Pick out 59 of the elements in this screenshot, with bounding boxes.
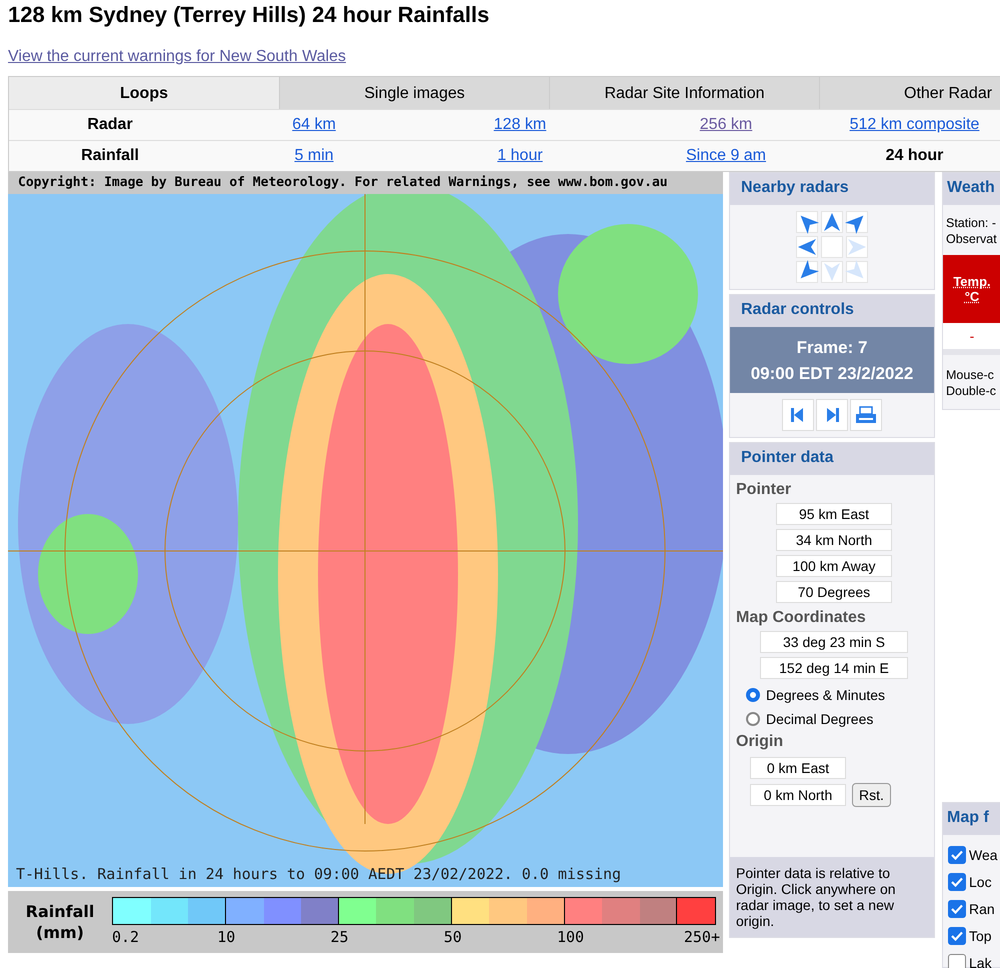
- current-product: 24 hour: [886, 147, 944, 164]
- panel-header: Pointer data: [730, 443, 934, 475]
- tab[interactable]: Other Radar: [819, 77, 1000, 109]
- panel-header: Map f: [943, 803, 1000, 835]
- product-link[interactable]: 128 km: [494, 116, 546, 133]
- radio-label: Decimal Degrees: [766, 710, 874, 729]
- checkbox-label: Lak: [969, 954, 992, 968]
- frame-time: 09:00 EDT 23/2/2022: [750, 363, 914, 385]
- temperature-unit: °C: [964, 289, 980, 304]
- product-link[interactable]: 1 hour: [497, 147, 543, 164]
- product-link[interactable]: 5 min: [294, 147, 334, 164]
- radio-label: Degrees & Minutes: [766, 686, 886, 705]
- legend-title: Rainfall: [24, 901, 96, 922]
- hint-text: Mouse-c: [946, 367, 995, 383]
- origin-field[interactable]: 0 km North: [750, 784, 846, 806]
- temperature-label: Temp.: [952, 274, 992, 289]
- readout-field: 152 deg 14 min E: [760, 657, 908, 679]
- product-link[interactable]: 512 km composite: [850, 116, 980, 133]
- row-label: Radar: [86, 115, 134, 135]
- panel-header: Radar controls: [730, 295, 934, 327]
- hint-text: Double-c: [946, 383, 998, 399]
- section-heading: Pointer: [736, 480, 792, 500]
- scale-label: 10: [217, 928, 236, 946]
- legend-unit: (mm): [35, 922, 85, 943]
- scale-label: 100: [557, 928, 584, 946]
- copyright-banner: Copyright: Image by Bureau of Meteorology. For related Warnings, see www.bom.gov.au: [8, 172, 723, 194]
- checkbox-label: Loc: [969, 874, 992, 890]
- checkbox-label: Wea: [969, 846, 998, 862]
- station-label: Station: -: [946, 215, 998, 231]
- product-link[interactable]: 64 km: [292, 116, 336, 133]
- scale-label: 25: [330, 928, 349, 946]
- panel-header: Weath: [943, 173, 1000, 205]
- reset-button[interactable]: Rst.: [852, 783, 891, 807]
- tab[interactable]: Loops: [9, 77, 279, 109]
- readout-field: 95 km East: [776, 503, 892, 525]
- row-label: Rainfall: [80, 146, 140, 166]
- pointer-note: Pointer data is relative to Origin. Click anywhere on radar image, to set a new origin.: [730, 857, 934, 937]
- tab[interactable]: Radar Site Information: [549, 77, 819, 109]
- tab[interactable]: Single images: [279, 77, 549, 109]
- scale-label: 250+: [684, 928, 720, 946]
- section-heading: Map Coordinates: [736, 608, 867, 628]
- checkbox-label: Ran: [969, 900, 995, 916]
- page-title: 128 km Sydney (Terrey Hills) 24 hour Rainfalls: [8, 1, 490, 28]
- warnings-link[interactable]: View the current warnings for New South Wales: [8, 48, 346, 65]
- scale-label: 0.2: [112, 928, 140, 946]
- panel-header: Nearby radars: [730, 173, 934, 205]
- readout-field: 34 km North: [776, 529, 892, 551]
- frame-number: Frame: 7: [796, 337, 868, 359]
- checkbox-label: Top: [969, 928, 992, 944]
- temperature-value: -: [943, 323, 1000, 349]
- readout-field: 33 deg 23 min S: [760, 631, 908, 653]
- readout-field: 100 km Away: [776, 555, 892, 577]
- origin-field[interactable]: 0 km East: [750, 757, 846, 779]
- product-link[interactable]: Since 9 am: [686, 147, 766, 164]
- observation-label: Observat: [946, 231, 998, 247]
- scale-label: 50: [444, 928, 462, 946]
- section-heading: Origin: [736, 732, 784, 752]
- readout-field: 70 Degrees: [776, 581, 892, 603]
- product-link[interactable]: 256 km: [700, 116, 752, 133]
